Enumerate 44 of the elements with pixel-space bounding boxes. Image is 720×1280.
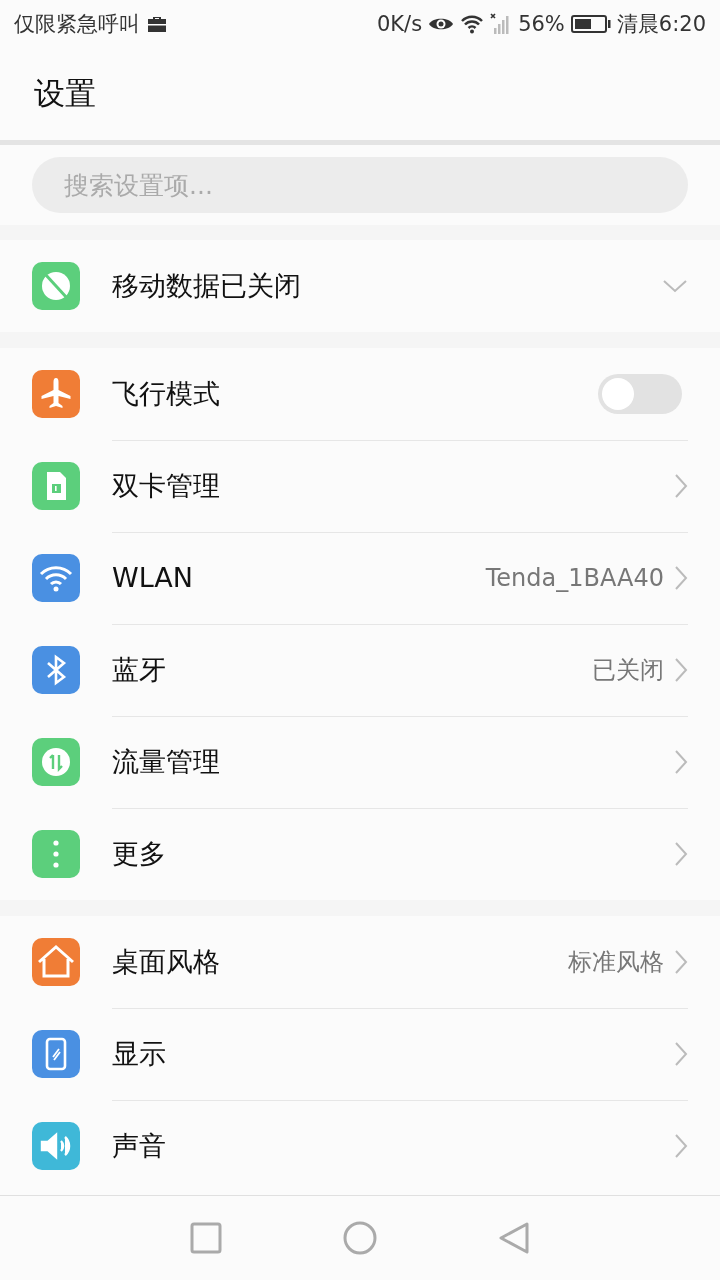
- settings-item[interactable]: WLAN Tenda_1BAA40: [0, 532, 720, 624]
- battery-icon: [570, 14, 611, 34]
- chevron-icon: [674, 1040, 688, 1067]
- item-value: 已关闭: [592, 654, 664, 686]
- item-label: 更多: [112, 837, 167, 871]
- battery-percent: 56%: [518, 12, 565, 36]
- item-value: Tenda_1BAA40: [485, 563, 664, 592]
- item-label: 桌面风格: [112, 944, 221, 979]
- settings-item[interactable]: 桌面风格 标准风格: [0, 916, 720, 1008]
- chevron-icon: [674, 748, 688, 775]
- settings-item[interactable]: 显示: [0, 1008, 720, 1100]
- item-label: 流量管理: [112, 744, 221, 779]
- clock-time: 清晨6:20: [616, 11, 706, 38]
- wifi-icon: [460, 14, 485, 34]
- item-label: WLAN: [112, 562, 195, 593]
- chevron-icon: [674, 948, 688, 975]
- network-speed: 0K/s: [377, 12, 423, 36]
- item-label: 飞行模式: [112, 376, 221, 411]
- recent-apps-icon[interactable]: [190, 1222, 222, 1254]
- item-label: 声音: [112, 1129, 167, 1163]
- chevron-icon: [674, 656, 688, 683]
- item-value: 标准风格: [568, 946, 664, 978]
- search-field[interactable]: 搜索设置项...: [32, 157, 688, 213]
- settings-item[interactable]: 蓝牙 已关闭: [0, 624, 720, 716]
- chevron-icon: [674, 564, 688, 591]
- settings-item[interactable]: 双卡管理: [0, 440, 720, 532]
- item-label: 蓝牙: [112, 652, 167, 687]
- settings-item[interactable]: 移动数据已关闭: [0, 240, 720, 332]
- chevron-icon: [674, 472, 688, 499]
- chevron-icon: [674, 1133, 688, 1159]
- settings-item[interactable]: 流量管理: [0, 716, 720, 808]
- toggle-switch[interactable]: [598, 373, 682, 414]
- settings-item[interactable]: 更多: [0, 808, 720, 900]
- settings-item[interactable]: 声音: [0, 1100, 720, 1192]
- item-label: 显示: [112, 1036, 167, 1071]
- page-title: 设置: [34, 74, 96, 113]
- briefcase-icon: [146, 15, 168, 33]
- item-label: 移动数据已关闭: [112, 269, 302, 303]
- chevron-icon: [674, 841, 688, 867]
- carrier-text: 仅限紧急呼叫: [14, 11, 140, 38]
- item-label: 双卡管理: [112, 468, 221, 503]
- settings-item[interactable]: 飞行模式: [0, 348, 720, 440]
- back-icon[interactable]: [498, 1221, 530, 1255]
- home-icon[interactable]: [342, 1220, 378, 1256]
